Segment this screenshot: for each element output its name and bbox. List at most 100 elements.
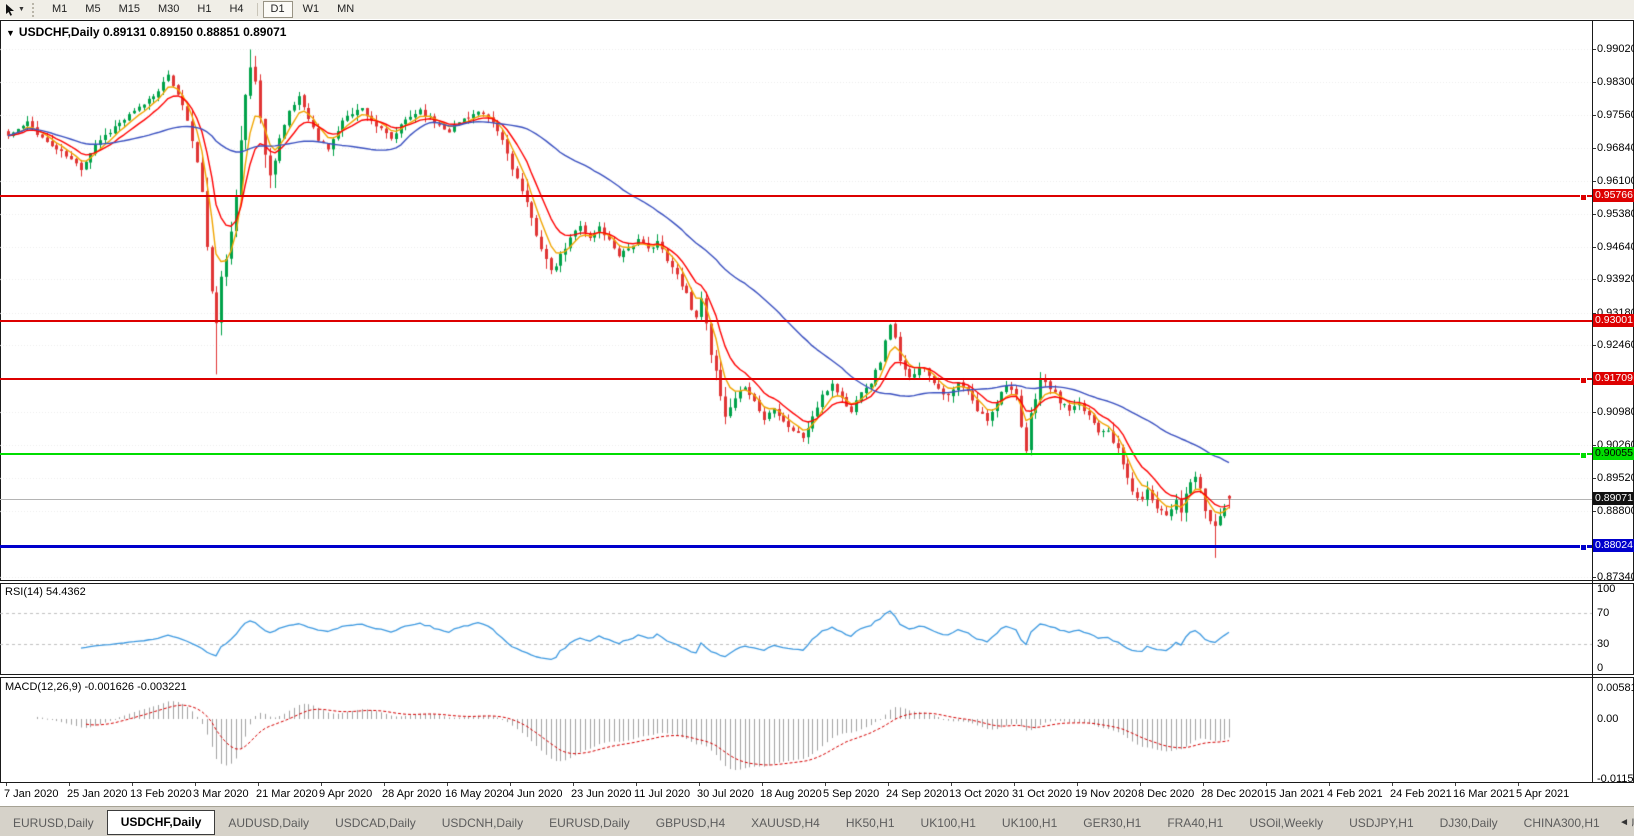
tab-dj30-daily[interactable]: DJ30,Daily [1427, 813, 1511, 834]
date-axis-tick [1392, 783, 1393, 786]
timeframe-button-m30[interactable]: M30 [150, 1, 187, 18]
line-handle[interactable] [1580, 194, 1587, 201]
price-line-tag: 0.95766 [1593, 189, 1634, 202]
price-axis-separator [1592, 20, 1593, 783]
timeframe-button-h4[interactable]: H4 [221, 1, 251, 18]
date-axis-tick [447, 783, 448, 786]
price-chart-canvas[interactable] [0, 21, 1592, 580]
tab-usdjpy-h1[interactable]: USDJPY,H1 [1336, 813, 1426, 834]
price-axis-label: 0.99020 [1597, 43, 1634, 55]
macd-axis-label: 0.005818 [1597, 682, 1634, 694]
date-axis-label: 24 Sep 2020 [886, 788, 949, 800]
date-axis-label: 9 Apr 2020 [319, 788, 373, 800]
horizontal-price-line[interactable] [0, 378, 1592, 380]
tab-xauusd-h4[interactable]: XAUUSD,H4 [738, 813, 833, 834]
macd-values: -0.001626 -0.003221 [84, 681, 187, 693]
date-axis-label: 19 Nov 2020 [1075, 788, 1138, 800]
date-axis-label: 5 Sep 2020 [823, 788, 880, 800]
macd-canvas[interactable] [0, 678, 1592, 782]
date-axis-tick [321, 783, 322, 786]
date-axis-label: 4 Feb 2021 [1327, 788, 1383, 800]
rsi-axis-label: 0 [1597, 662, 1604, 674]
price-axis-label: 0.88800 [1597, 505, 1634, 517]
horizontal-price-line[interactable] [0, 195, 1592, 197]
price-line-tag: 0.93001 [1593, 314, 1634, 327]
tab-hk50-h1[interactable]: HK50,H1 [833, 813, 908, 834]
timeframe-button-w1[interactable]: W1 [295, 1, 328, 18]
date-axis-label: 15 Jan 2021 [1264, 788, 1325, 800]
date-axis-label: 21 Mar 2020 [256, 788, 318, 800]
timeframe-button-h1[interactable]: H1 [189, 1, 219, 18]
date-axis-tick [1140, 783, 1141, 786]
tab-uk100-h1[interactable]: UK100,H1 [908, 813, 989, 834]
price-axis-label: 0.97560 [1597, 109, 1634, 121]
date-axis-tick [1077, 783, 1078, 786]
price-axis-label: 0.96840 [1597, 142, 1634, 154]
timeframe-button-m1[interactable]: M1 [44, 1, 75, 18]
tab-china300-h1[interactable]: CHINA300,H1 [1511, 813, 1613, 834]
horizontal-price-line[interactable] [0, 545, 1592, 548]
timeframe-toolbar: ▼ M1 M5 M15 M30 H1 H4 D1 W1 MN [0, 0, 1634, 19]
tab-fra40-h1[interactable]: FRA40,H1 [1154, 813, 1236, 834]
date-axis-label: 31 Oct 2020 [1012, 788, 1072, 800]
tab-audusd-daily[interactable]: AUDUSD,Daily [215, 813, 322, 834]
line-handle[interactable] [1580, 452, 1587, 459]
date-axis-label: 16 May 2020 [445, 788, 509, 800]
date-axis-label: 24 Feb 2021 [1390, 788, 1452, 800]
tab-uk100-h1-2[interactable]: UK100,H1 [989, 813, 1070, 834]
date-axis[interactable]: 7 Jan 2020 25 Jan 2020 13 Feb 2020 3 Mar 20… [0, 783, 1634, 806]
horizontal-price-line[interactable] [0, 453, 1592, 455]
toolbar-grip[interactable] [32, 2, 39, 17]
date-axis-label: 30 Jul 2020 [697, 788, 754, 800]
date-axis-tick [888, 783, 889, 786]
tab-eurusd-daily[interactable]: EURUSD,Daily [0, 813, 107, 834]
tab-ger30-h1[interactable]: GER30,H1 [1070, 813, 1154, 834]
mt4-chart-window: ▼ M1 M5 M15 M30 H1 H4 D1 W1 MN ▼ USDCHF,Daily 0.8… [0, 0, 1634, 836]
chart-collapse-arrow-icon[interactable]: ▼ [6, 28, 15, 38]
timeframe-button-m15[interactable]: M15 [111, 1, 148, 18]
date-axis-tick [699, 783, 700, 786]
tab-usdcnh-daily[interactable]: USDCNH,Daily [429, 813, 536, 834]
date-axis-label: 5 Apr 2021 [1516, 788, 1570, 800]
cursor-tool-button[interactable]: ▼ [0, 1, 30, 18]
rsi-value: 54.4362 [45, 586, 86, 598]
date-axis-label: 4 Jun 2020 [508, 788, 563, 800]
line-handle[interactable] [1580, 544, 1587, 551]
date-axis-tick [1203, 783, 1204, 786]
date-axis-label: 18 Aug 2020 [760, 788, 822, 800]
date-axis-tick [636, 783, 637, 786]
timeframe-button-mn[interactable]: MN [329, 1, 362, 18]
rsi-name: RSI(14) [5, 586, 43, 598]
tab-eurusd-daily-2[interactable]: EURUSD,Daily [536, 813, 643, 834]
date-axis-tick [1266, 783, 1267, 786]
rsi-axis-label: 70 [1597, 607, 1610, 619]
price-axis-label: 0.87340 [1597, 571, 1634, 583]
horizontal-price-line[interactable] [0, 320, 1592, 322]
tab-usoil-weekly[interactable]: USOil,Weekly [1236, 813, 1336, 834]
price-axis-label: 0.90980 [1597, 406, 1634, 418]
date-axis-label: 7 Jan 2020 [4, 788, 59, 800]
line-handle[interactable] [1580, 377, 1587, 384]
price-axis-label: 0.94640 [1597, 241, 1634, 253]
rsi-canvas[interactable] [0, 584, 1592, 674]
date-axis-tick [384, 783, 385, 786]
timeframe-buttons: M1 M5 M15 M30 H1 H4 D1 W1 MN [43, 1, 363, 18]
timeframe-button-d1[interactable]: D1 [262, 1, 293, 18]
tab-usdcad-daily[interactable]: USDCAD,Daily [322, 813, 429, 834]
date-axis-tick [69, 783, 70, 786]
date-axis-label: 13 Feb 2020 [130, 788, 192, 800]
price-axis-label: 0.93920 [1597, 273, 1634, 285]
chart-ohlc-values: 0.89131 0.89150 0.88851 0.89071 [102, 25, 287, 39]
date-axis-tick [1518, 783, 1519, 786]
date-axis-tick [132, 783, 133, 786]
date-axis-label: 8 Dec 2020 [1138, 788, 1195, 800]
price-axis-label: 0.96100 [1597, 175, 1634, 187]
timeframe-button-m5[interactable]: M5 [77, 1, 108, 18]
tab-usdchf-daily[interactable]: USDCHF,Daily [106, 810, 216, 835]
tool-dropdown-arrow-icon[interactable]: ▼ [18, 6, 25, 13]
date-axis-tick [258, 783, 259, 786]
current-price-tag: 0.89071 [1593, 492, 1634, 505]
price-line-tag: 0.91709 [1593, 372, 1634, 385]
tab-gbpusd-h4[interactable]: GBPUSD,H4 [643, 813, 738, 834]
tab-scroll-left-button[interactable]: ◄ [1616, 817, 1632, 828]
